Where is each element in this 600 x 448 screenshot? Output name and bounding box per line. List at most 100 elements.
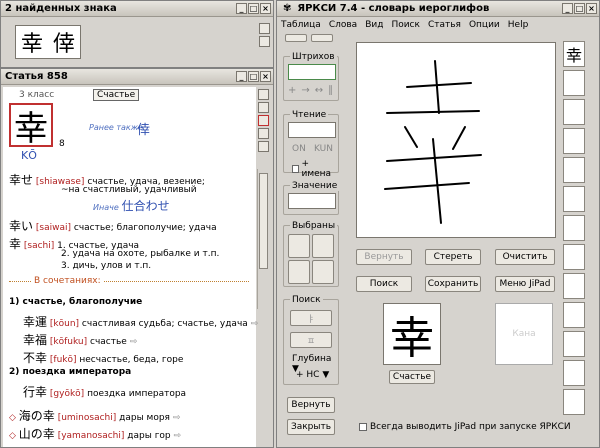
candidate-slot[interactable] bbox=[563, 302, 585, 328]
candidate-slot[interactable] bbox=[563, 273, 585, 299]
tool-button[interactable] bbox=[258, 128, 269, 139]
maximize-button[interactable]: □ bbox=[248, 3, 259, 14]
maximize-button[interactable]: □ bbox=[574, 3, 585, 14]
drawing-canvas[interactable] bbox=[356, 42, 556, 238]
minimize-button[interactable]: _ bbox=[236, 3, 247, 14]
candidate-slot[interactable] bbox=[563, 360, 585, 386]
jipad-menu-button[interactable]: Меню JiPad bbox=[495, 276, 555, 292]
selected-slot[interactable] bbox=[312, 234, 334, 258]
link-arrow-icon[interactable]: ⇨ bbox=[130, 337, 138, 347]
kana-box[interactable]: Кана bbox=[495, 303, 553, 365]
extra-word: 山の幸 bbox=[18, 427, 55, 441]
selected-slot[interactable] bbox=[288, 234, 310, 258]
candidate-slot[interactable] bbox=[563, 128, 585, 154]
app-icon: ✾ bbox=[283, 3, 292, 14]
diamond-icon: ◇ bbox=[9, 431, 16, 441]
tool-button[interactable] bbox=[259, 36, 270, 47]
found-char-1[interactable]: 幸 bbox=[21, 26, 43, 58]
close-app-button[interactable]: Закрыть bbox=[287, 419, 335, 435]
maximize-button[interactable]: □ bbox=[248, 71, 259, 82]
candidate-slot[interactable] bbox=[563, 215, 585, 241]
search-button[interactable]: Поиск bbox=[356, 276, 412, 292]
candidate-char: 幸 bbox=[565, 46, 582, 65]
clear-button[interactable]: Очистить bbox=[495, 249, 555, 265]
menu-item[interactable]: Статья bbox=[428, 20, 461, 30]
menu-item[interactable]: Опции bbox=[469, 20, 500, 30]
radical-button[interactable]: ㅍ bbox=[290, 332, 332, 348]
close-button[interactable]: × bbox=[586, 3, 597, 14]
close-button[interactable]: × bbox=[260, 71, 271, 82]
link-arrow-icon[interactable]: ⇨ bbox=[174, 431, 182, 441]
tab-button[interactable] bbox=[285, 34, 307, 42]
candidate-slot[interactable] bbox=[563, 157, 585, 183]
strokes-label: Штрихов bbox=[290, 52, 337, 62]
link-arrow-icon[interactable]: ⇨ bbox=[173, 413, 181, 423]
tag-button[interactable]: Счастье bbox=[93, 89, 140, 101]
erase-button[interactable]: Стереть bbox=[425, 249, 481, 265]
meaning-input[interactable] bbox=[288, 193, 336, 209]
undo-stroke-button[interactable]: Вернуть bbox=[356, 249, 412, 265]
result-kanji-box[interactable]: 幸 bbox=[383, 303, 441, 365]
back-button[interactable]: Вернуть bbox=[287, 397, 335, 413]
combo-reading: [fukō] bbox=[49, 355, 77, 365]
tool-button[interactable] bbox=[258, 89, 269, 100]
menu-item[interactable]: Help bbox=[508, 20, 529, 30]
nc-select[interactable]: + НС ▼ bbox=[296, 370, 329, 380]
tool-button[interactable] bbox=[258, 115, 269, 126]
candidate-slot[interactable] bbox=[563, 99, 585, 125]
plus-icon[interactable]: + bbox=[288, 85, 296, 96]
scroll-thumb[interactable] bbox=[259, 173, 268, 269]
entry-reading: [sachi] bbox=[23, 241, 55, 251]
candidate-slot[interactable] bbox=[563, 186, 585, 212]
candidate-slot[interactable] bbox=[563, 70, 585, 96]
save-button[interactable]: Сохранить bbox=[425, 276, 481, 292]
reading-group: Чтение ON KUN + имена bbox=[283, 110, 339, 179]
always-show-jipad-checkbox[interactable]: Всегда выводить JiPad при запуске ЯРКСИ bbox=[359, 422, 571, 432]
names-checkbox[interactable]: + имена bbox=[292, 159, 338, 179]
alt-word[interactable]: 仕合わせ bbox=[122, 199, 170, 213]
reading-input[interactable] bbox=[288, 122, 336, 138]
radical-button[interactable]: ㅑ bbox=[290, 310, 332, 326]
link-arrow-icon[interactable]: ⇨ bbox=[251, 319, 259, 329]
found-char-2[interactable]: 倖 bbox=[53, 26, 75, 58]
combo-word: 幸運 bbox=[23, 315, 48, 329]
arrow-icon[interactable]: → bbox=[301, 85, 309, 96]
tab-button[interactable] bbox=[311, 34, 333, 42]
stroke-tools: + → ↔ ∥ bbox=[288, 85, 333, 96]
result-tag[interactable]: Счастье bbox=[389, 370, 435, 384]
menu-item[interactable]: Таблица bbox=[281, 20, 321, 30]
strokes-input[interactable] bbox=[288, 64, 336, 80]
on-toggle[interactable]: ON bbox=[292, 144, 306, 154]
candidate-slot[interactable] bbox=[563, 331, 585, 357]
names-label: + имена bbox=[301, 159, 332, 179]
article-titlebar: Статья 858 _ □ × bbox=[1, 69, 273, 85]
selected-slot[interactable] bbox=[288, 260, 310, 284]
sec2-item-1: 行幸 [gyōkō] поездка императора bbox=[23, 383, 186, 400]
close-button[interactable]: × bbox=[260, 3, 271, 14]
menubar: Таблица Слова Вид Поиск Статья Опции Hel… bbox=[281, 20, 528, 30]
split-icon[interactable]: ↔ bbox=[315, 85, 323, 96]
menu-item[interactable]: Слова bbox=[329, 20, 357, 30]
see-also-char[interactable]: 倖 bbox=[137, 119, 150, 138]
combo-reading: [gyōkō] bbox=[49, 389, 85, 399]
minimize-button[interactable]: _ bbox=[562, 3, 573, 14]
checkbox-box bbox=[359, 423, 367, 431]
menu-item[interactable]: Поиск bbox=[391, 20, 420, 30]
tool-button[interactable] bbox=[258, 141, 269, 152]
section-2-title: 2) поездка императора bbox=[9, 367, 132, 377]
candidate-slot[interactable] bbox=[563, 244, 585, 270]
tool-button[interactable] bbox=[258, 102, 269, 113]
kun-toggle[interactable]: KUN bbox=[314, 144, 333, 154]
sec1-item-3: 不幸 [fukō] несчастье, беда, горе bbox=[23, 349, 183, 366]
sec1-item-2: 幸福 [kōfuku] счастье ⇨ bbox=[23, 331, 137, 348]
menu-item[interactable]: Вид bbox=[365, 20, 383, 30]
sachi-meaning-2: 2. удача на охоте, рыбалке и т.п. bbox=[61, 249, 220, 259]
candidate-slot[interactable] bbox=[563, 389, 585, 415]
selected-slot[interactable] bbox=[312, 260, 334, 284]
minimize-button[interactable]: _ bbox=[236, 71, 247, 82]
article-scrollbar[interactable] bbox=[257, 169, 269, 309]
found-chars-title: 2 найденных знака bbox=[5, 3, 117, 14]
candidate-slot[interactable]: 幸 bbox=[563, 41, 585, 67]
tool-button[interactable] bbox=[259, 23, 270, 34]
pause-icon[interactable]: ∥ bbox=[328, 85, 333, 96]
